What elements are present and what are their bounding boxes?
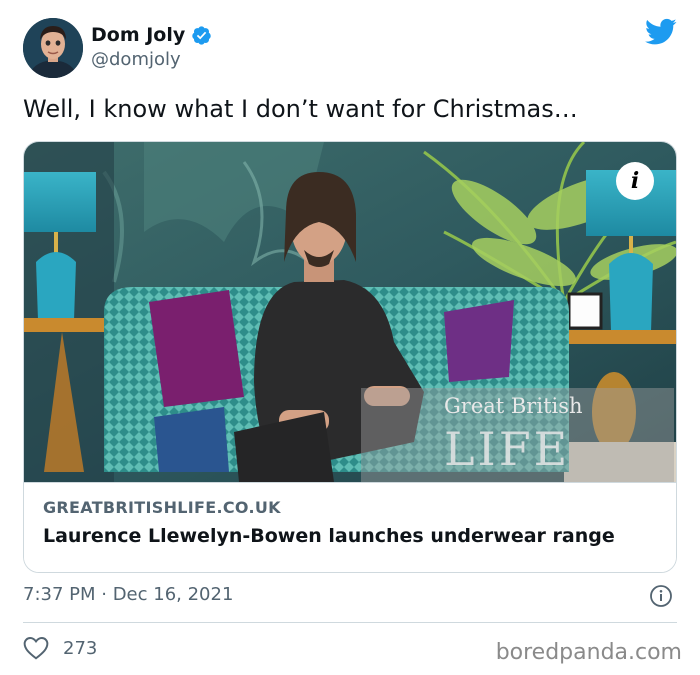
link-preview-card[interactable]: i Great British LIFE GREATBRITISHLIFE.CO… [23, 141, 677, 573]
source-watermark: boredpanda.com [495, 640, 682, 665]
publisher-watermark-top: Great British [444, 394, 583, 418]
divider [23, 622, 677, 623]
like-count: 273 [63, 637, 98, 659]
twitter-bird-icon[interactable] [645, 18, 677, 46]
author-display-name[interactable]: Dom Joly [91, 24, 185, 46]
tweet-card: Dom Joly @domjoly Well, I know what I do… [0, 0, 700, 675]
heart-icon[interactable] [23, 636, 49, 660]
card-title[interactable]: Laurence Llewelyn-Bowen launches underwe… [43, 524, 643, 548]
like-action[interactable]: 273 [23, 636, 97, 660]
author-handle[interactable]: @domjoly [91, 49, 181, 70]
publisher-watermark-bottom: LIFE [444, 422, 571, 476]
card-domain: GREATBRITISHLIFE.CO.UK [43, 498, 281, 517]
card-body[interactable]: GREATBRITISHLIFE.CO.UK Laurence Llewelyn… [24, 482, 676, 572]
verified-badge-icon [191, 25, 212, 46]
author-name-row: Dom Joly [91, 22, 212, 48]
card-image[interactable]: i Great British LIFE [24, 142, 676, 482]
image-info-badge-icon[interactable]: i [616, 162, 654, 200]
info-circle-icon[interactable] [649, 584, 673, 608]
avatar[interactable] [23, 18, 83, 78]
tweet-timestamp[interactable]: 7:37 PM · Dec 16, 2021 [23, 584, 233, 605]
tweet-text: Well, I know what I don’t want for Chris… [23, 95, 578, 123]
